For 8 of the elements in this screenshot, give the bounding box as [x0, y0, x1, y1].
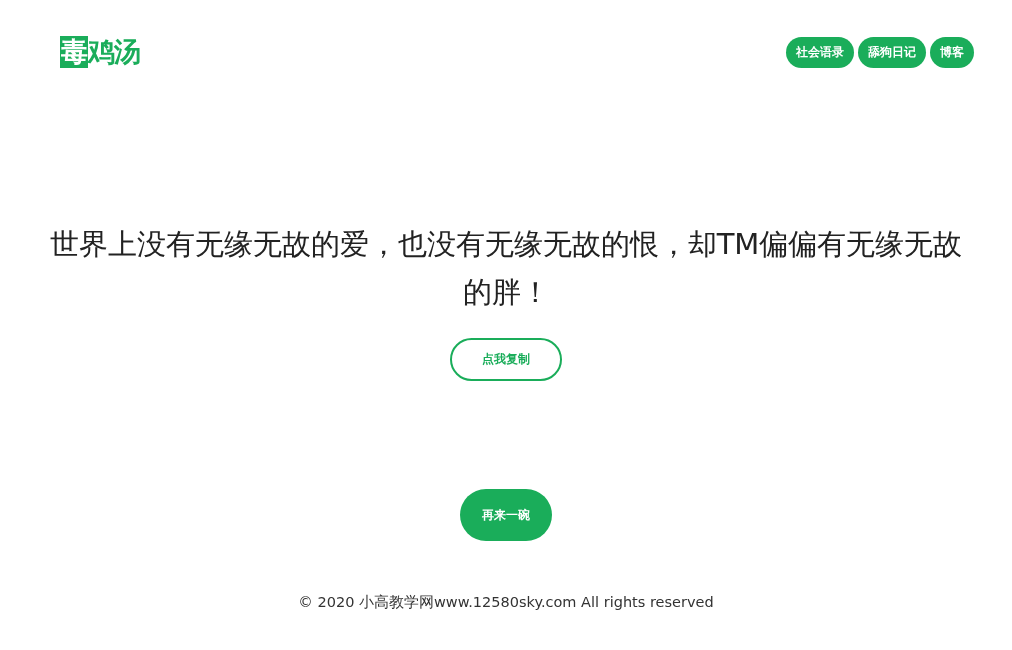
- nav-link[interactable]: 舔狗日记: [858, 36, 926, 68]
- copyright-text: © 2020 小高教学网www.12580sky.com All rights reserved: [298, 593, 714, 612]
- logo[interactable]: 毒鸡汤: [60, 36, 140, 68]
- nav-link[interactable]: 社会语录: [786, 36, 854, 68]
- copy-button[interactable]: 点我复制: [450, 338, 562, 381]
- another-button[interactable]: 再来一碗: [460, 489, 552, 541]
- quote-text: 世界上没有无缘无故的爱，也没有无缘无故的恨，却TM偏偏有无缘无故的胖！: [48, 226, 964, 311]
- nav-link[interactable]: 博客: [930, 36, 974, 68]
